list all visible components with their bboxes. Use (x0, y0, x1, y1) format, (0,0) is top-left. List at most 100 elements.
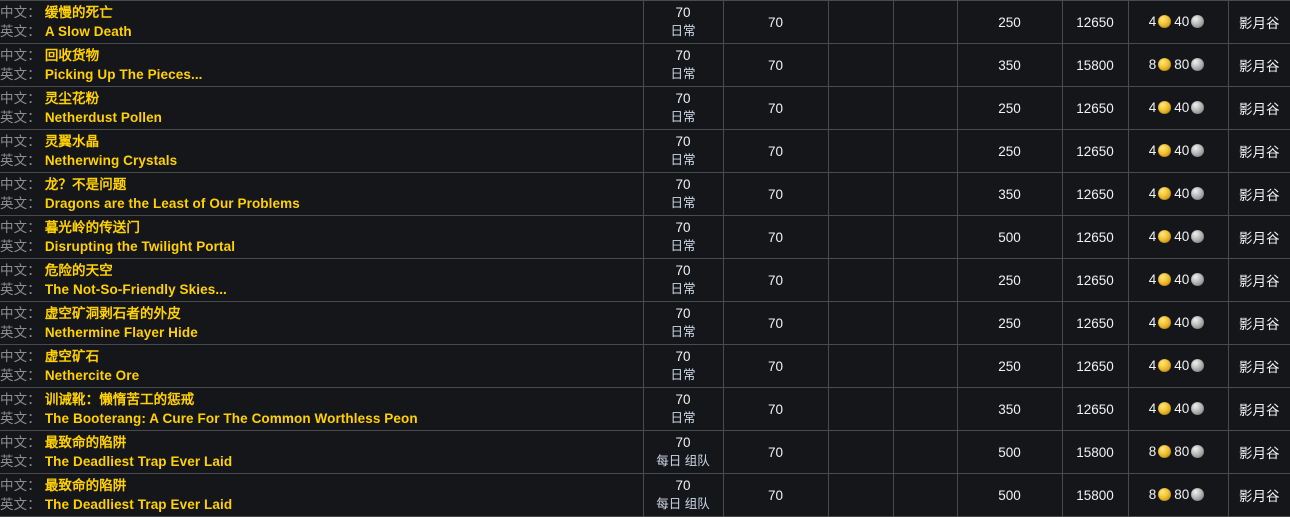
quest-name-en[interactable]: Picking Up The Pieces... (45, 67, 203, 82)
quest-name-en[interactable]: A Slow Death (45, 24, 132, 39)
quest-name-en-line: 英文： The Not-So-Friendly Skies... (0, 280, 642, 299)
quest-name-en-line: 英文： Netherwing Crystals (0, 151, 642, 170)
table-row[interactable]: 中文： 危险的天空 英文： The Not-So-Friendly Skies... 7… (0, 258, 1290, 302)
en-label: 英文： (0, 454, 41, 469)
empty-cell-a (828, 215, 894, 259)
zone-cell[interactable]: 影月谷 (1228, 43, 1290, 87)
zone-cell[interactable]: 影月谷 (1228, 258, 1290, 302)
reputation-cell: 12650 (1062, 344, 1129, 388)
required-level-cell: 70 (723, 344, 829, 388)
quest-level-cell: 70 日常 (643, 258, 724, 302)
quest-name-cell[interactable]: 中文： 最致命的陷阱 英文： The Deadliest Trap Ever Laid (0, 473, 644, 517)
zone-cell[interactable]: 影月谷 (1228, 0, 1290, 44)
empty-cell-b (893, 129, 958, 173)
en-label: 英文： (0, 24, 41, 39)
quest-name-zh-line: 中文： 训诫靴：懒惰苦工的惩戒 (0, 390, 642, 409)
zone-cell[interactable]: 影月谷 (1228, 473, 1290, 517)
money-amount: 4 40 (1149, 401, 1208, 417)
quest-name-en[interactable]: The Booterang: A Cure For The Common Wor… (45, 411, 418, 426)
table-row[interactable]: 中文： 最致命的陷阱 英文： The Deadliest Trap Ever Laid… (0, 430, 1290, 474)
quest-name-zh[interactable]: 训诫靴：懒惰苦工的惩戒 (45, 392, 195, 407)
money-reward-cell: 4 40 (1128, 86, 1229, 130)
quest-name-cell[interactable]: 中文： 危险的天空 英文： The Not-So-Friendly Skies... (0, 258, 644, 302)
quest-name-cell[interactable]: 中文： 龙？不是问题 英文： Dragons are the Least of Our… (0, 172, 644, 216)
table-row[interactable]: 中文： 虚空矿洞剥石者的外皮 英文： Nethermine Flayer Hide 70… (0, 301, 1290, 345)
quest-name-cell[interactable]: 中文： 暮光岭的传送门 英文： Disrupting the Twilight Por… (0, 215, 644, 259)
money-amount: 4 40 (1149, 143, 1208, 159)
table-row[interactable]: 中文： 暮光岭的传送门 英文： Disrupting the Twilight Por… (0, 215, 1290, 259)
quest-level: 70 (675, 392, 691, 407)
quest-name-zh[interactable]: 灵尘花粉 (45, 91, 99, 106)
quest-name-cell[interactable]: 中文： 虚空矿洞剥石者的外皮 英文： Nethermine Flayer Hide (0, 301, 644, 345)
quest-name-cell[interactable]: 中文： 灵尘花粉 英文： Netherdust Pollen (0, 86, 644, 130)
quest-name-en[interactable]: The Deadliest Trap Ever Laid (45, 454, 232, 469)
quest-name-zh-line: 中文： 缓慢的死亡 (0, 3, 642, 22)
quest-type-tag: 日常 (670, 110, 696, 124)
zone-cell[interactable]: 影月谷 (1228, 129, 1290, 173)
silver-coin-icon (1191, 58, 1205, 71)
quest-name-en[interactable]: Dragons are the Least of Our Problems (45, 196, 300, 211)
quest-name-en-line: 英文： The Deadliest Trap Ever Laid (0, 495, 642, 514)
zone-cell[interactable]: 影月谷 (1228, 344, 1290, 388)
zone-cell[interactable]: 影月谷 (1228, 301, 1290, 345)
quest-type-tag: 日常 (670, 282, 696, 296)
zh-label: 中文： (0, 306, 41, 321)
quest-level: 70 (675, 134, 691, 149)
quest-type-tag: 每日 组队 (656, 497, 710, 511)
money-reward-cell: 4 40 (1128, 387, 1229, 431)
empty-cell-a (828, 430, 894, 474)
quest-name-zh[interactable]: 虚空矿洞剥石者的外皮 (45, 306, 181, 321)
quest-name-zh[interactable]: 龙？不是问题 (45, 177, 127, 192)
zone-cell[interactable]: 影月谷 (1228, 430, 1290, 474)
quest-name-en[interactable]: The Deadliest Trap Ever Laid (45, 497, 232, 512)
money-amount: 4 40 (1149, 272, 1208, 288)
quest-name-en[interactable]: The Not-So-Friendly Skies... (45, 282, 227, 297)
zh-label: 中文： (0, 392, 41, 407)
table-row[interactable]: 中文： 训诫靴：懒惰苦工的惩戒 英文： The Booterang: A Cure F… (0, 387, 1290, 431)
quest-name-zh[interactable]: 缓慢的死亡 (45, 5, 113, 20)
table-row[interactable]: 中文： 缓慢的死亡 英文： A Slow Death 70 日常 70 250 12650 4 40… (0, 0, 1290, 44)
required-level-cell: 70 (723, 473, 829, 517)
quest-name-zh[interactable]: 最致命的陷阱 (45, 478, 127, 493)
quest-level: 70 (675, 478, 691, 493)
quest-name-cell[interactable]: 中文： 最致命的陷阱 英文： The Deadliest Trap Ever Laid (0, 430, 644, 474)
zone-cell[interactable]: 影月谷 (1228, 172, 1290, 216)
quest-name-cell[interactable]: 中文： 虚空矿石 英文： Nethercite Ore (0, 344, 644, 388)
zh-label: 中文： (0, 177, 41, 192)
table-row[interactable]: 中文： 虚空矿石 英文： Nethercite Ore 70 日常 70 250 12650 4 4… (0, 344, 1290, 388)
reputation-cell: 12650 (1062, 215, 1129, 259)
quest-name-en[interactable]: Nethermine Flayer Hide (45, 325, 198, 340)
quest-name-zh[interactable]: 回收货物 (45, 48, 99, 63)
quest-name-cell[interactable]: 中文： 回收货物 英文： Picking Up The Pieces... (0, 43, 644, 87)
zh-label: 中文： (0, 435, 41, 450)
quest-name-zh[interactable]: 暮光岭的传送门 (45, 220, 140, 235)
table-row[interactable]: 中文： 回收货物 英文： Picking Up The Pieces... 70 日常 70… (0, 43, 1290, 87)
zone-cell[interactable]: 影月谷 (1228, 387, 1290, 431)
quest-name-zh[interactable]: 危险的天空 (45, 263, 113, 278)
gold-amount: 8 (1148, 57, 1157, 72)
money-amount: 8 80 (1149, 57, 1208, 73)
money-reward-cell: 4 40 (1128, 301, 1229, 345)
quest-name-en-line: 英文： Picking Up The Pieces... (0, 65, 642, 84)
quest-name-zh[interactable]: 灵翼水晶 (45, 134, 99, 149)
quest-name-en[interactable]: Netherwing Crystals (45, 153, 177, 168)
table-row[interactable]: 中文： 龙？不是问题 英文： Dragons are the Least of Our… (0, 172, 1290, 216)
gold-amount: 4 (1148, 100, 1157, 115)
quest-name-en[interactable]: Disrupting the Twilight Portal (45, 239, 235, 254)
table-row[interactable]: 中文： 灵翼水晶 英文： Netherwing Crystals 70 日常 70 250 12… (0, 129, 1290, 173)
quest-name-zh[interactable]: 虚空矿石 (45, 349, 99, 364)
silver-amount: 40 (1174, 315, 1190, 330)
empty-cell-b (893, 172, 958, 216)
silver-amount: 40 (1174, 358, 1190, 373)
table-row[interactable]: 中文： 最致命的陷阱 英文： The Deadliest Trap Ever Laid… (0, 473, 1290, 517)
quest-name-en[interactable]: Nethercite Ore (45, 368, 139, 383)
quest-name-en[interactable]: Netherdust Pollen (45, 110, 162, 125)
quest-name-zh[interactable]: 最致命的陷阱 (45, 435, 127, 450)
table-row[interactable]: 中文： 灵尘花粉 英文： Netherdust Pollen 70 日常 70 250 1265… (0, 86, 1290, 130)
quest-name-cell[interactable]: 中文： 训诫靴：懒惰苦工的惩戒 英文： The Booterang: A Cure F… (0, 387, 644, 431)
zone-cell[interactable]: 影月谷 (1228, 86, 1290, 130)
zone-cell[interactable]: 影月谷 (1228, 215, 1290, 259)
quest-name-cell[interactable]: 中文： 灵翼水晶 英文： Netherwing Crystals (0, 129, 644, 173)
quest-name-cell[interactable]: 中文： 缓慢的死亡英文： A Slow Death (0, 0, 644, 44)
money-amount: 8 80 (1149, 487, 1208, 503)
